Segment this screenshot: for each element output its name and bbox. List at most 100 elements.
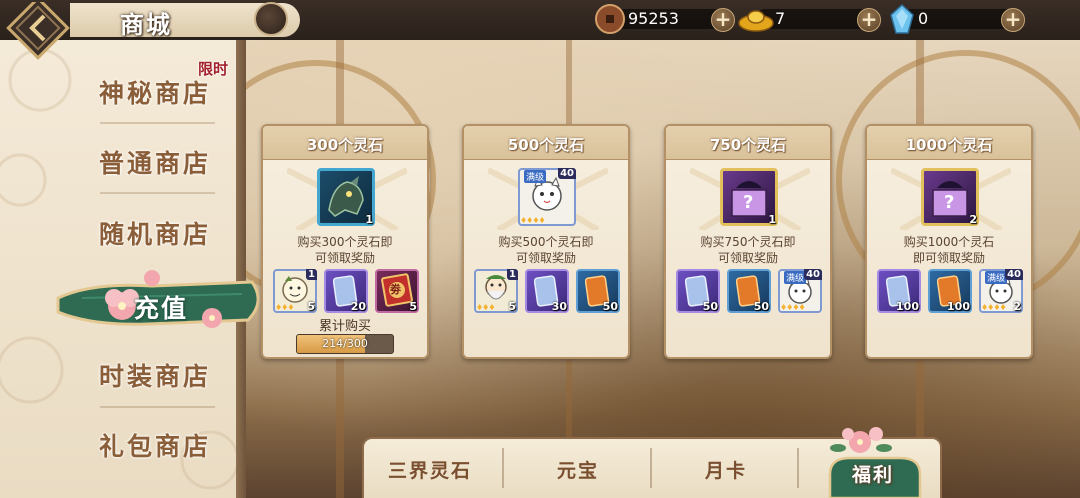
dragon-beast-icon [328, 176, 364, 217]
reward-item[interactable]: 100 [877, 269, 921, 313]
gold-ingot-icon [738, 10, 774, 32]
pack-description: 购买500个灵石即 可领取奖励 [470, 234, 622, 266]
add-gold-button[interactable]: + [857, 8, 881, 32]
reward-item[interactable]: 20 [324, 269, 368, 313]
reward-item[interactable]: 1 ♦♦♦ 5 [273, 269, 317, 313]
star-rating: ♦♦♦♦ [981, 303, 1007, 312]
pack-desc-line: 可领取奖励 [515, 251, 576, 265]
ornament-orb-icon [254, 2, 288, 36]
pack-title: 750个灵石 [709, 136, 787, 154]
item-count: 2 [969, 213, 977, 226]
pack-description: 购买750个灵石即 可领取奖励 [672, 234, 824, 266]
sidebar-item-costume-shop[interactable]: 时装商店 [70, 350, 240, 400]
pack-card-750[interactable]: 750个灵石 ? 1 购买750个灵石即 可领取奖励 50 50 满级 40 ♦… [664, 124, 832, 359]
tab-label: 月卡 [704, 459, 747, 482]
reward-main-item[interactable]: 满级 40 ♦♦♦♦ [518, 168, 576, 226]
max-level-badge: 满级 [784, 271, 807, 284]
svg-text:?: ? [743, 192, 753, 213]
star-rating: ♦♦♦ [476, 303, 495, 312]
pack-desc-line: 即可领取奖励 [912, 251, 985, 265]
item-quantity: 5 [409, 300, 417, 313]
svg-text:?: ? [944, 192, 954, 213]
item-level: 40 [804, 269, 822, 280]
sidebar-item-gift-shop[interactable]: 礼包商店 [70, 420, 240, 470]
pack-card-1000[interactable]: 1000个灵石 ? 2 购买1000个灵石 即可领取奖励 100 100 满级 … [865, 124, 1033, 359]
page-title: 商城 [120, 11, 172, 39]
reward-item[interactable]: 劵 5 [375, 269, 419, 313]
reward-main-item[interactable]: 1 [317, 168, 375, 226]
back-arrow-icon [6, 0, 70, 60]
item-quantity: 100 [947, 300, 970, 313]
item-count: 1 [365, 213, 373, 226]
back-button[interactable] [6, 0, 72, 68]
divider [100, 192, 215, 194]
pack-title: 1000个灵石 [905, 136, 993, 154]
spirit-crystal-amount: 0 [918, 9, 929, 28]
pack-card-300[interactable]: 300个灵石 1 购买300个灵石即 可领取奖励 1 ♦♦♦ 5 20 劵 5 … [261, 124, 429, 359]
item-quantity: 5 [307, 300, 315, 313]
reward-main-item[interactable]: ? 2 [921, 168, 979, 226]
tab-divider [650, 448, 652, 488]
item-quantity: 100 [896, 300, 919, 313]
tab-divider [502, 448, 504, 488]
reward-main-item[interactable]: ? 1 [720, 168, 778, 226]
item-quantity: 2 [1013, 300, 1021, 313]
item-level: 40 [558, 168, 576, 179]
pack-description: 购买1000个灵石 即可领取奖励 [873, 234, 1025, 266]
gold-ingot-amount: 7 [775, 9, 786, 28]
sidebar-item-random-shop[interactable]: 随机商店 [70, 208, 240, 258]
pack-desc-line: 购买300个灵石即 [297, 235, 393, 249]
reward-item[interactable]: 满级 40 ♦♦♦♦ 2 [979, 269, 1023, 313]
sidebar-item-label: 神秘商店 [98, 79, 211, 108]
tab-welfare[interactable]: 福利 [852, 460, 894, 487]
item-quantity: 5 [508, 300, 516, 313]
item-level: 1 [507, 269, 518, 280]
tab-monthly-card[interactable]: 月卡 [656, 444, 796, 494]
pack-title: 500个灵石 [507, 136, 585, 154]
sidebar-item-label: 时装商店 [98, 362, 211, 391]
mystery-box-icon: ? [731, 181, 767, 217]
reward-item[interactable]: 1 ♦♦♦ 5 [474, 269, 518, 313]
item-quantity: 20 [350, 300, 366, 313]
reward-item[interactable]: 100 [928, 269, 972, 313]
reward-item[interactable]: 30 [525, 269, 569, 313]
copper-coin-amount: 95253 [628, 9, 679, 28]
tab-ingots[interactable]: 元宝 [508, 444, 648, 494]
ticket-glyph: 劵 [390, 283, 401, 296]
sidebar-item-normal-shop[interactable]: 普通商店 [70, 137, 240, 187]
shop-screen: 商城 95253 + 7 + 0 + 神秘商店 限时 普通商店 随机商店 充值 … [0, 0, 1080, 498]
tab-divider [797, 448, 799, 488]
item-quantity: 50 [702, 300, 718, 313]
reward-item[interactable]: 50 [576, 269, 620, 313]
item-quantity: 50 [602, 300, 618, 313]
sidebar-item-label: 随机商店 [98, 220, 211, 249]
tab-label: 三界灵石 [387, 459, 472, 482]
item-quantity: 50 [753, 300, 769, 313]
add-copper-button[interactable]: + [711, 8, 735, 32]
pack-title: 300个灵石 [306, 136, 384, 154]
pack-desc-line: 可领取奖励 [717, 251, 778, 265]
mystery-box-icon: ? [932, 181, 968, 217]
tab-spirit-stones[interactable]: 三界灵石 [360, 444, 500, 494]
sidebar-item-label: 礼包商店 [98, 432, 211, 461]
pack-desc-line: 购买500个灵石即 [498, 235, 594, 249]
item-level: 1 [306, 269, 317, 280]
progress-text: 214/300 [322, 337, 368, 350]
pack-card-500[interactable]: 500个灵石 满级 40 ♦♦♦♦ 购买500个灵石即 可领取奖励 1 ♦♦♦ … [462, 124, 630, 359]
star-rating: ♦♦♦ [275, 303, 294, 312]
reward-item[interactable]: 50 [676, 269, 720, 313]
pack-desc-line: 可领取奖励 [314, 251, 375, 265]
cumulative-progress-bar: 214/300 [296, 334, 394, 354]
copper-coin-icon [595, 4, 625, 34]
add-crystal-button[interactable]: + [1001, 8, 1025, 32]
item-quantity: 30 [551, 300, 567, 313]
reward-item[interactable]: 满级 40 ♦♦♦♦ [778, 269, 822, 313]
reward-item[interactable]: 50 [727, 269, 771, 313]
item-level: 40 [1005, 269, 1023, 280]
max-level-badge: 满级 [524, 170, 547, 183]
max-level-badge: 满级 [985, 271, 1008, 284]
pack-desc-line: 购买750个灵石即 [700, 235, 796, 249]
spirit-crystal-icon [890, 3, 914, 34]
divider [100, 406, 215, 408]
sidebar-item-label: 普通商店 [98, 149, 211, 178]
